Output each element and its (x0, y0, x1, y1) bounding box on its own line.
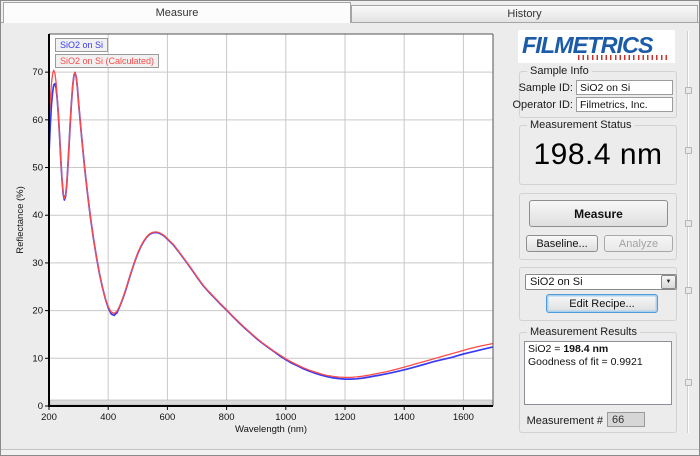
measurement-results-title: Measurement Results (527, 326, 640, 338)
measurement-count-label: Measurement # (521, 415, 603, 427)
edit-recipe-button[interactable]: Edit Recipe... (546, 294, 658, 313)
x-axis-title: Wavelength (nm) (235, 424, 307, 435)
sample-id-label: Sample ID: (516, 82, 573, 94)
analyze-button[interactable]: Analyze (604, 235, 673, 252)
recipe-dropdown-icon[interactable]: ▼ (661, 275, 676, 289)
filmetrics-logo: FILMETRICS (518, 30, 675, 63)
logo-ruler-ticks (578, 55, 670, 60)
tick-label-y: 60 (32, 115, 43, 126)
legend-measured: SiO2 on Si (55, 38, 108, 52)
tick-label-y: 10 (32, 353, 43, 364)
operator-id-input[interactable] (576, 97, 673, 112)
filmetrics-window: History Measure 200400600800100012001400… (0, 0, 700, 456)
baseline-strip (50, 400, 492, 405)
result-line-gof: Goodness of fit = 0.9921 (528, 356, 668, 369)
operator-id-label: Operator ID: (510, 99, 573, 111)
tick-label-x: 800 (219, 412, 235, 423)
window-bottom-edge (1, 449, 699, 455)
tick-label-y: 20 (32, 306, 43, 317)
baseline-button[interactable]: Baseline... (526, 235, 598, 252)
tick-label-x: 1600 (453, 412, 474, 423)
tab-bar: History Measure (1, 1, 699, 23)
splitter-grip[interactable] (685, 87, 692, 94)
tick-label-x: 600 (159, 412, 175, 423)
reflectance-chart: 200 400 600 800 1000 1200 1400 1600 0 10 20 30 40 50 6… (9, 26, 511, 446)
tick-label-x: 1000 (275, 412, 296, 423)
tick-label-y: 70 (32, 67, 43, 78)
panel-splitter[interactable] (687, 31, 689, 433)
splitter-grip[interactable] (685, 379, 692, 386)
recipe-select[interactable]: SiO2 on Si (525, 274, 677, 290)
splitter-grip[interactable] (685, 147, 692, 154)
tick-label-y: 30 (32, 258, 43, 269)
tick-label-x: 1400 (394, 412, 415, 423)
measurement-count-field: 66 (607, 412, 645, 427)
splitter-grip[interactable] (685, 220, 692, 227)
result-line-thickness: SiO2 = 198.4 nm (528, 343, 668, 356)
results-listbox[interactable]: SiO2 = 198.4 nm Goodness of fit = 0.9921 (524, 341, 672, 405)
tick-label-x: 1200 (334, 412, 355, 423)
tick-label-x: 400 (100, 412, 116, 423)
sample-id-input[interactable] (576, 80, 673, 95)
measurement-status-group: Measurement Status 198.4 nm (519, 125, 677, 185)
tab-history[interactable]: History (351, 5, 698, 23)
legend-calculated: SiO2 on Si (Calculated) (55, 54, 159, 68)
y-axis-title: Reflectance (%) (15, 186, 26, 254)
tab-measure[interactable]: Measure (3, 2, 351, 23)
measure-button[interactable]: Measure (529, 200, 668, 227)
tick-label-y: 50 (32, 163, 43, 174)
tick-label-y: 40 (32, 210, 43, 221)
thickness-readout: 198.4 nm (520, 138, 676, 172)
sample-info-title: Sample Info (527, 65, 592, 77)
tick-label-y: 0 (38, 401, 43, 412)
splitter-grip[interactable] (685, 287, 692, 294)
reflectance-figure: 200 400 600 800 1000 1200 1400 1600 0 10 20 30 40 50 6… (9, 26, 511, 446)
measurement-status-title: Measurement Status (527, 119, 635, 131)
tick-label-x: 200 (41, 412, 57, 423)
